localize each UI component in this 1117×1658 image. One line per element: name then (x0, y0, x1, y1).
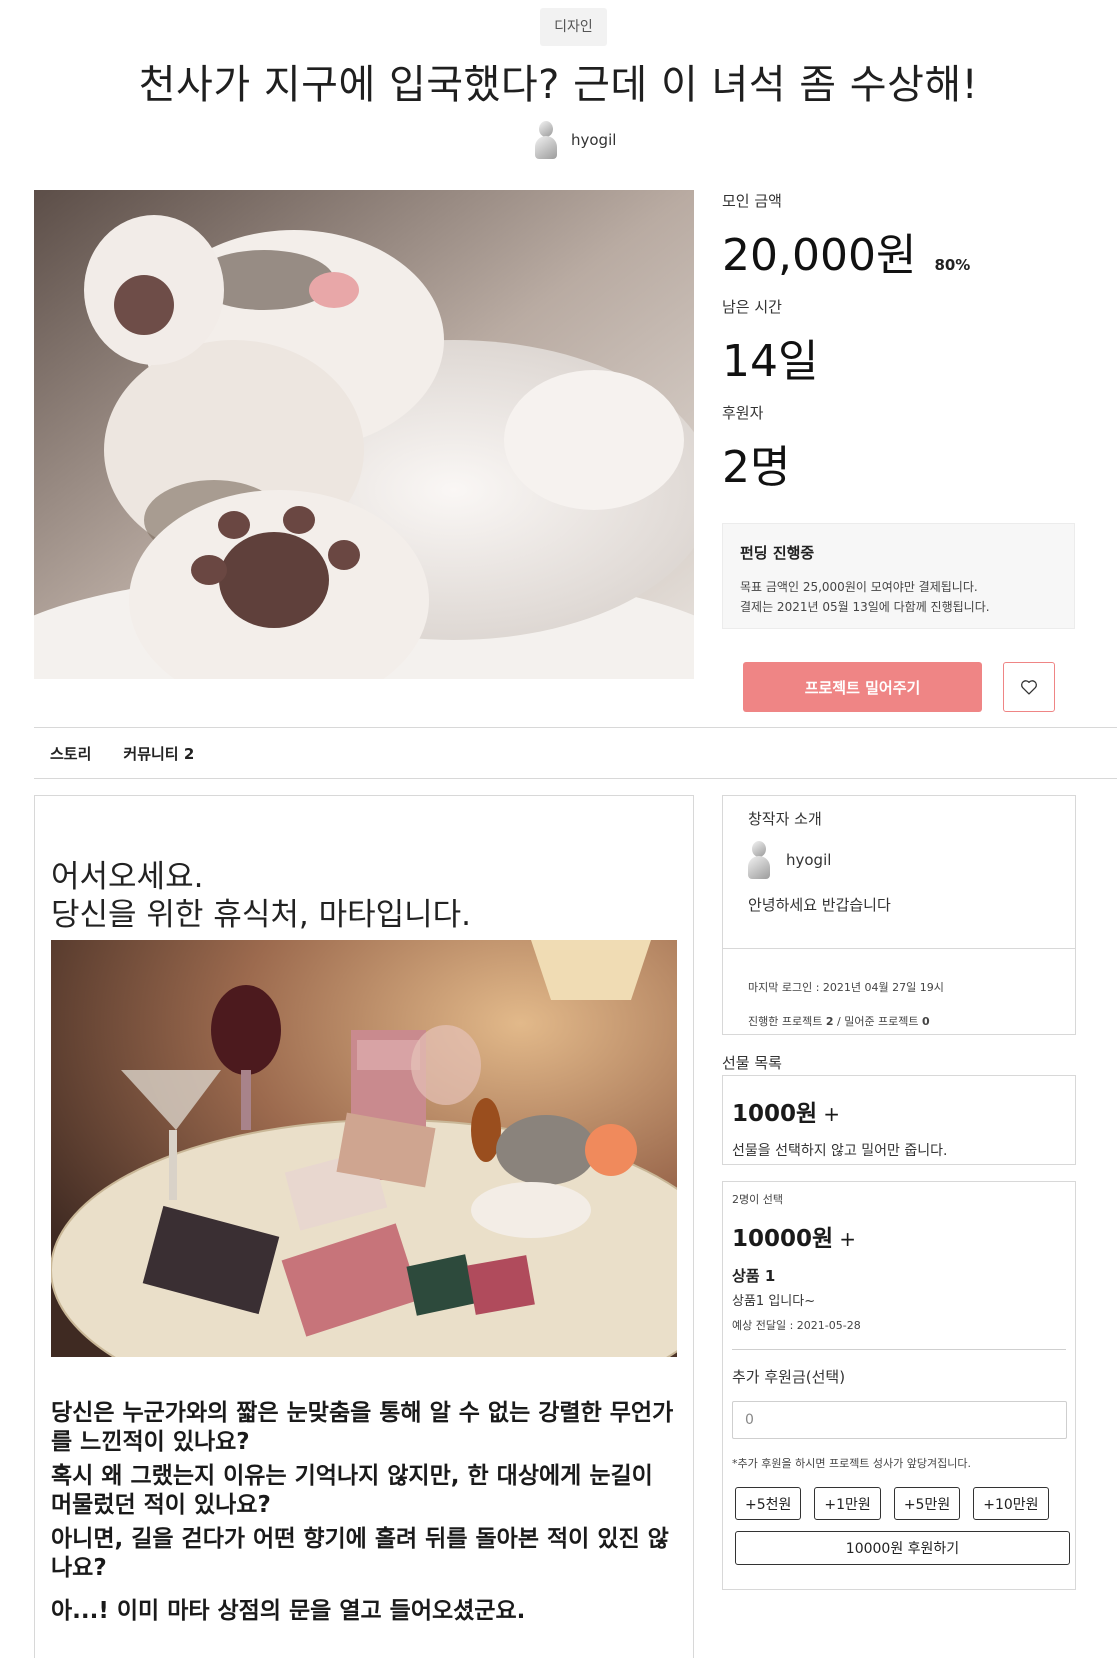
back-project-button[interactable]: 프로젝트 밀어주기 (743, 662, 982, 712)
extra-donation-label: 추가 후원금(선택) (732, 1368, 846, 1386)
funding-status-title: 펀딩 진행중 (740, 544, 815, 562)
tab-community[interactable]: 커뮤니티 2 (123, 743, 194, 764)
content-tabs: 스토리 커뮤니티 2 (34, 727, 1117, 779)
add-50k-button[interactable]: +5만원 (893, 1487, 961, 1520)
amount-chips: +5천원 +1만원 +5만원 +10만원 (735, 1487, 1066, 1520)
avatar (748, 841, 770, 879)
story-paragraph: 아니면, 길을 걷다가 어떤 향기에 홀려 뒤를 돌아본 적이 있진 않나요? (51, 1526, 669, 1581)
funding-payment-text: 결제는 2021년 05월 13일에 다함께 진행됩니다. (740, 600, 990, 614)
add-100k-button[interactable]: +10만원 (973, 1487, 1049, 1520)
tab-story[interactable]: 스토리 (50, 743, 91, 764)
story-heading: 어서오세요. 당신을 위한 휴식처, 마타입니다. (51, 859, 472, 933)
raised-value: 20,000원 (722, 230, 917, 281)
projects-backed-count: 0 (922, 1015, 930, 1028)
project-author[interactable]: hyogil (535, 120, 616, 160)
creator-last-login: 마지막 로그인 : 2021년 04월 27일 19시 (748, 981, 944, 994)
project-title: 천사가 지구에 입국했다? 근데 이 녀석 좀 수상해! (138, 62, 979, 108)
raised-percent: 80% (934, 256, 971, 274)
gift-item-name: 상품 1 (732, 1267, 776, 1285)
gift-option-product[interactable]: 2명이 선택 10000원 + 상품 1 상품1 입니다~ 예상 전달일 : 20… (722, 1181, 1076, 1590)
raised-label: 모인 금액 (722, 192, 782, 210)
story-paragraph: 아...! 이미 마타 상점의 문을 열고 들어오셨군요. (51, 1598, 526, 1624)
gift-item-description: 상품1 입니다~ (732, 1294, 816, 1309)
story-paragraph: 당신은 누군가와의 짧은 눈맞춤을 통해 알 수 없는 강렬한 무언가를 느낀적… (51, 1400, 674, 1455)
heart-icon (1021, 680, 1037, 695)
time-left-label: 남은 시간 (722, 298, 782, 316)
plus-icon: + (839, 1227, 856, 1251)
gift-description: 선물을 선택하지 않고 밀어만 줍니다. (732, 1143, 948, 1159)
donate-button[interactable]: 10000원 후원하기 (735, 1531, 1070, 1565)
creator-name: hyogil (786, 851, 832, 869)
time-left-value: 14일 (722, 336, 819, 387)
funding-goal-text: 목표 금액인 25,000원이 모여야만 결제됩니다. (740, 580, 978, 594)
creator-project-counts: 진행한 프로젝트 2 / 밀어준 프로젝트 0 (748, 1015, 930, 1028)
add-10k-button[interactable]: +1만원 (814, 1487, 881, 1520)
plus-icon: + (823, 1102, 840, 1126)
divider (732, 1349, 1066, 1350)
project-main-image (34, 190, 694, 679)
story-paragraph: 혹시 왜 그랬는지 이유는 기억나지 않지만, 한 대상에게 눈길이 머물렀던 … (51, 1463, 653, 1518)
story-section: 어서오세요. 당신을 위한 휴식처, 마타입니다. 당신은 누군가와의 짧은 눈… (34, 795, 694, 1658)
creator-intro-title: 창작자 소개 (748, 810, 822, 828)
creator-greeting: 안녕하세요 반갑습니다 (748, 896, 891, 914)
gift-option-basic[interactable]: 1000원 + 선물을 선택하지 않고 밀어만 줍니다. (722, 1075, 1076, 1165)
gift-price: 1000원 (732, 1101, 818, 1127)
projects-made-count: 2 (825, 1015, 834, 1028)
gift-price: 10000원 (732, 1226, 834, 1252)
funding-status-box: 펀딩 진행중 목표 금액인 25,000원이 모여야만 결제됩니다. 결제는 2… (722, 523, 1075, 629)
like-button[interactable] (1003, 662, 1055, 712)
backers-label: 후원자 (722, 404, 764, 422)
extra-donation-input[interactable] (732, 1401, 1067, 1439)
creator-profile[interactable]: hyogil (748, 841, 1050, 879)
funding-stats: 모인 금액 20,000원 80% 남은 시간 14일 후원자 2명 (722, 190, 1082, 508)
category-badge[interactable]: 디자인 (540, 8, 607, 46)
gift-selected-count: 2명이 선택 (732, 1193, 783, 1206)
backers-value: 2명 (722, 442, 791, 493)
avatar (535, 121, 557, 159)
add-5k-button[interactable]: +5천원 (735, 1487, 802, 1520)
gift-delivery-date: 예상 전달일 : 2021-05-28 (732, 1319, 861, 1332)
author-name: hyogil (571, 131, 617, 149)
creator-intro-box: 창작자 소개 hyogil 안녕하세요 반갑습니다 마지막 로그인 : 2021… (722, 795, 1076, 1035)
extra-donation-note: *추가 후원을 하시면 프로젝트 성사가 앞당겨집니다. (732, 1457, 971, 1470)
story-image (51, 940, 677, 1357)
gift-list-title: 선물 목록 (722, 1054, 782, 1072)
